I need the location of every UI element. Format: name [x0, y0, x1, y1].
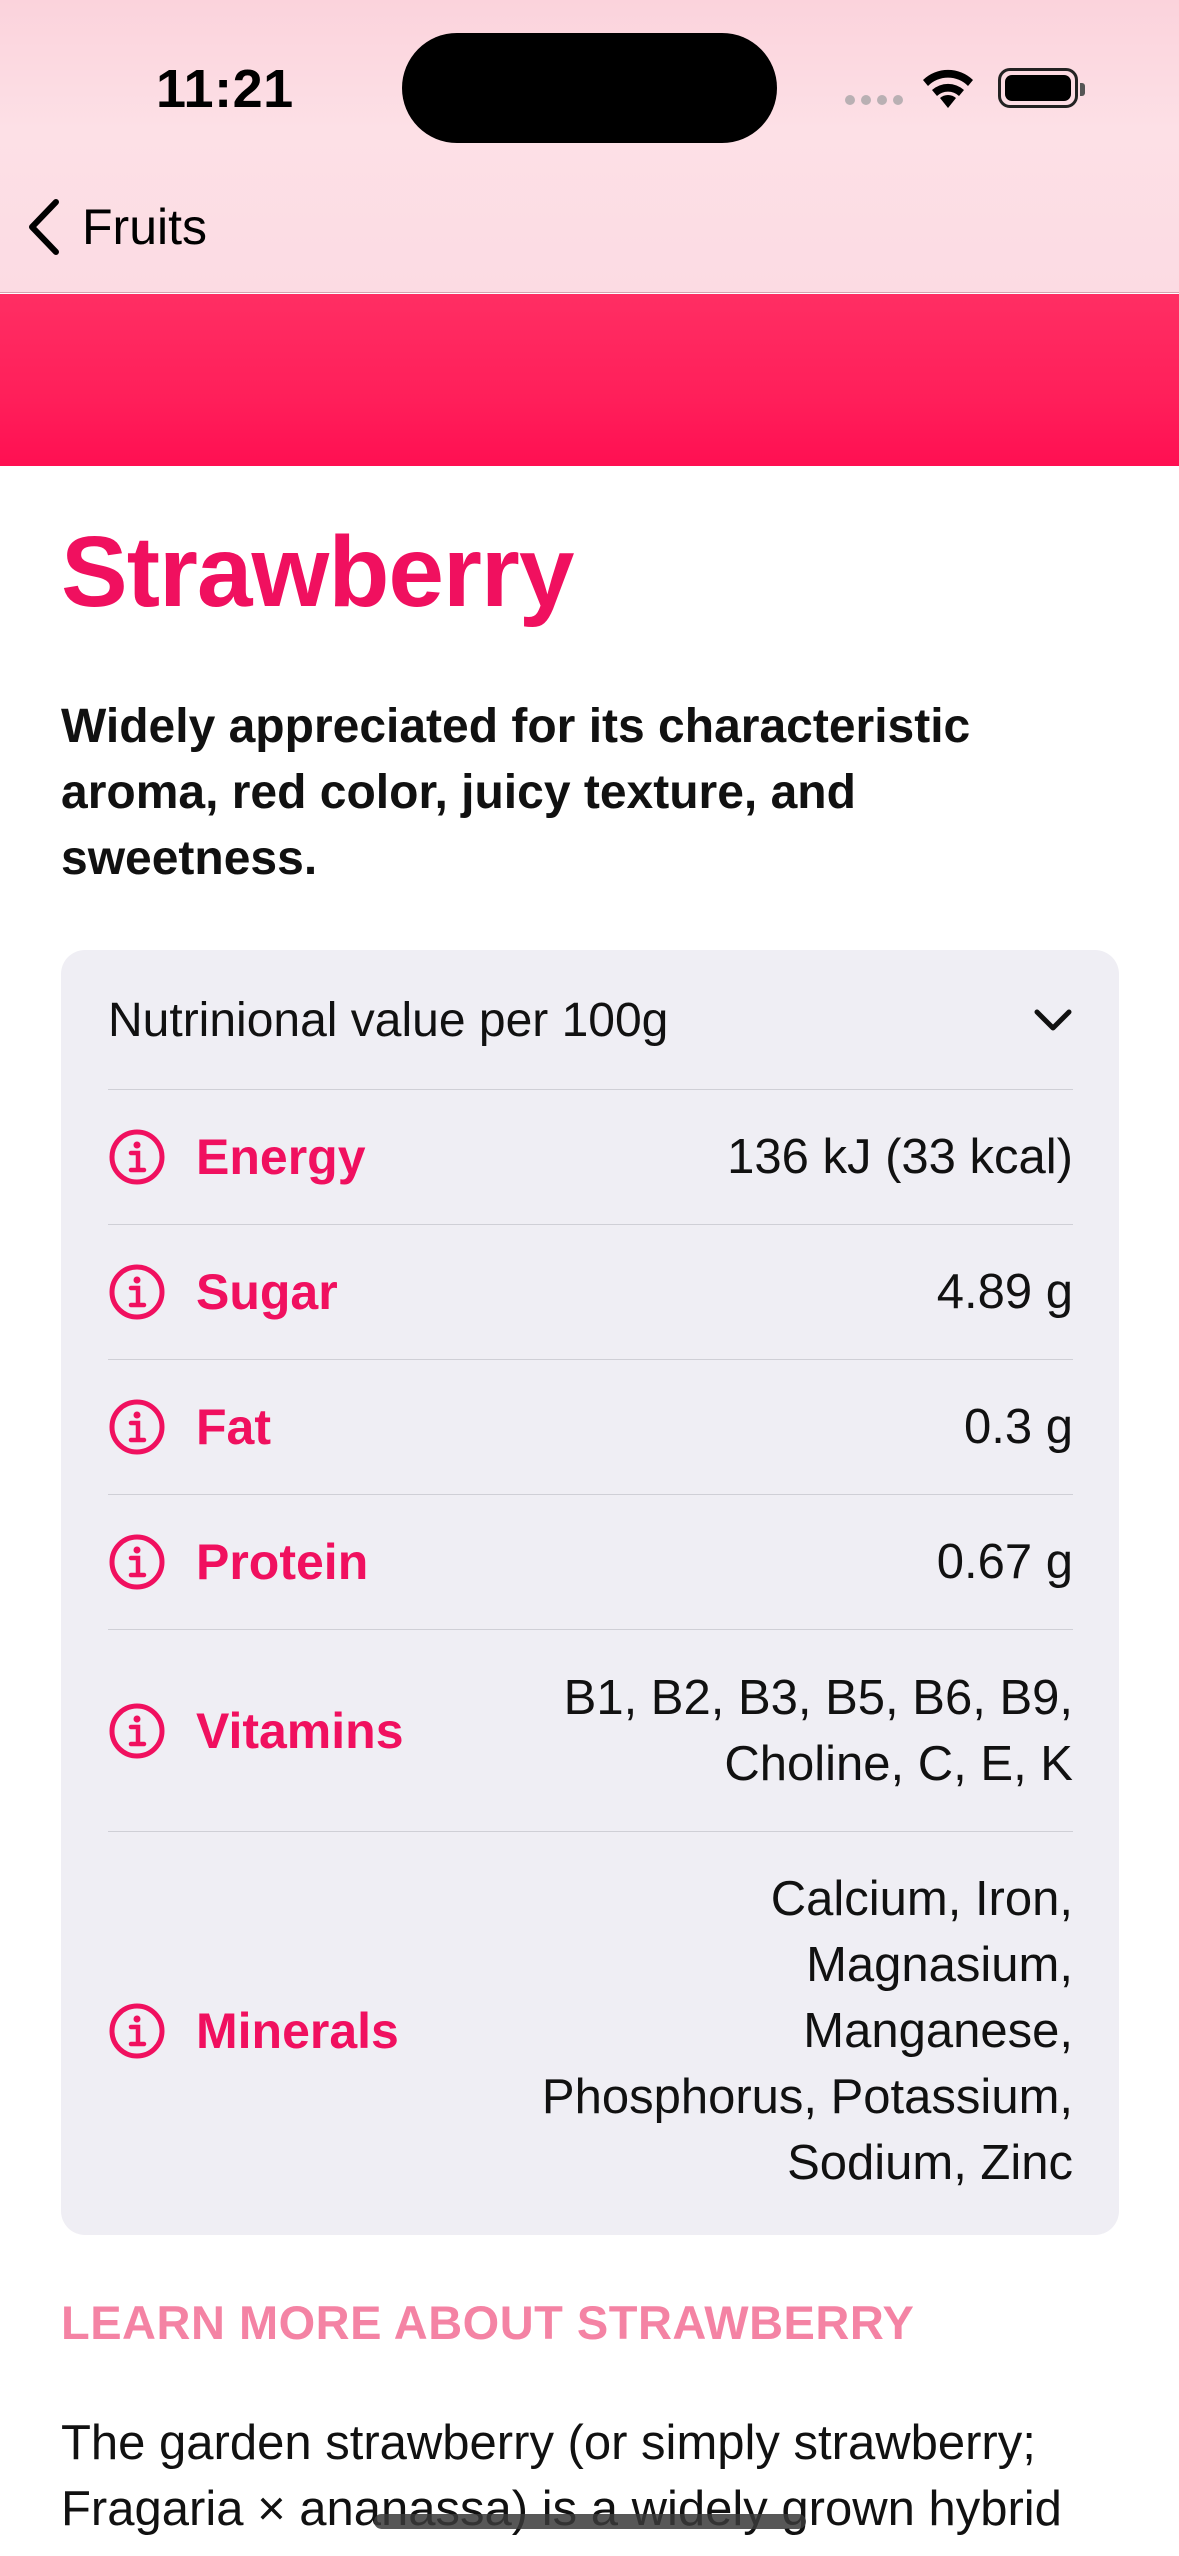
nutrition-value: 4.89 g [936, 1265, 1073, 1319]
nutrition-row-protein: Protein 0.67 g [108, 1494, 1073, 1629]
value-line: Choline, C, E, K [724, 1736, 1073, 1791]
value-line: Phosphorus, Potassium, [541, 2069, 1073, 2124]
navigation-header: 11:21 Fruits [0, 0, 1179, 293]
value-line: B1, B2, B3, B5, B6, B9, [563, 1670, 1073, 1725]
nutrition-label: Sugar [196, 1264, 338, 1320]
info-circle-icon[interactable] [108, 1398, 166, 1456]
nutrition-card: Nutrinional value per 100g Energy 136 kJ… [61, 950, 1119, 2235]
value-line: Calcium, Iron, [770, 1871, 1073, 1926]
nutrition-label: Protein [196, 1534, 369, 1590]
nutrition-disclosure-toggle[interactable]: Nutrinional value per 100g [108, 950, 1073, 1090]
nutrition-label: Minerals [196, 2002, 399, 2059]
status-time: 11:21 [156, 59, 294, 119]
nutrition-row-energy: Energy 136 kJ (33 kcal) [108, 1089, 1073, 1224]
nutrition-value: 0.3 g [964, 1400, 1073, 1454]
info-circle-icon[interactable] [108, 1128, 166, 1186]
fruit-title: Strawberry [61, 516, 574, 628]
nutrition-row-minerals: Minerals Calcium, Iron, Magnasium, Manga… [108, 1831, 1073, 2229]
info-circle-icon[interactable] [108, 1533, 166, 1591]
home-indicator[interactable] [374, 2514, 806, 2529]
hero-banner [0, 294, 1179, 466]
nutrition-list: Energy 136 kJ (33 kcal) Sugar 4.89 g Fat… [108, 1089, 1073, 2229]
value-line: Sodium, Zinc [787, 2135, 1073, 2190]
cellular-signal-icon [845, 95, 905, 105]
learn-more-section-header: LEARN MORE ABOUT STRAWBERRY [61, 2296, 915, 2349]
fruit-headline: Widely appreciated for its characteristi… [61, 700, 971, 885]
nutrition-label: Vitamins [196, 1702, 404, 1759]
nutrition-label: Fat [196, 1399, 271, 1455]
nutrition-value: 0.67 g [936, 1535, 1073, 1589]
body-line: The garden strawberry (or simply strawbe… [61, 2416, 1036, 2470]
info-circle-icon[interactable] [108, 2002, 166, 2060]
nutrition-row-fat: Fat 0.3 g [108, 1359, 1073, 1494]
battery-icon [998, 68, 1085, 108]
nutrition-value: B1, B2, B3, B5, B6, B9, Choline, C, E, K [564, 1665, 1073, 1797]
chevron-down-icon [1034, 1009, 1072, 1031]
nutrition-value: 136 kJ (33 kcal) [727, 1130, 1073, 1184]
dynamic-island [402, 33, 777, 143]
back-button[interactable]: Fruits [24, 192, 207, 262]
body-line: Fragaria × ananassa) is a widely grown h… [61, 2482, 1062, 2536]
nutrition-header-label: Nutrinional value per 100g [108, 993, 669, 1047]
info-circle-icon[interactable] [108, 1702, 166, 1760]
nutrition-value: Calcium, Iron, Magnasium, Manganese, Pho… [542, 1866, 1073, 2196]
chevron-left-icon [29, 199, 59, 255]
info-circle-icon[interactable] [108, 1263, 166, 1321]
back-button-label: Fruits [82, 199, 207, 255]
fruit-detail-screen: 11:21 Fruits Strawberry Widely appreciat… [0, 0, 1179, 2556]
nutrition-row-sugar: Sugar 4.89 g [108, 1224, 1073, 1359]
value-line: Manganese, [803, 2003, 1073, 2058]
nutrition-row-vitamins: Vitamins B1, B2, B3, B5, B6, B9, Choline… [108, 1629, 1073, 1831]
value-line: Magnasium, [806, 1937, 1073, 1992]
nutrition-label: Energy [196, 1129, 366, 1185]
wifi-icon [923, 69, 973, 108]
